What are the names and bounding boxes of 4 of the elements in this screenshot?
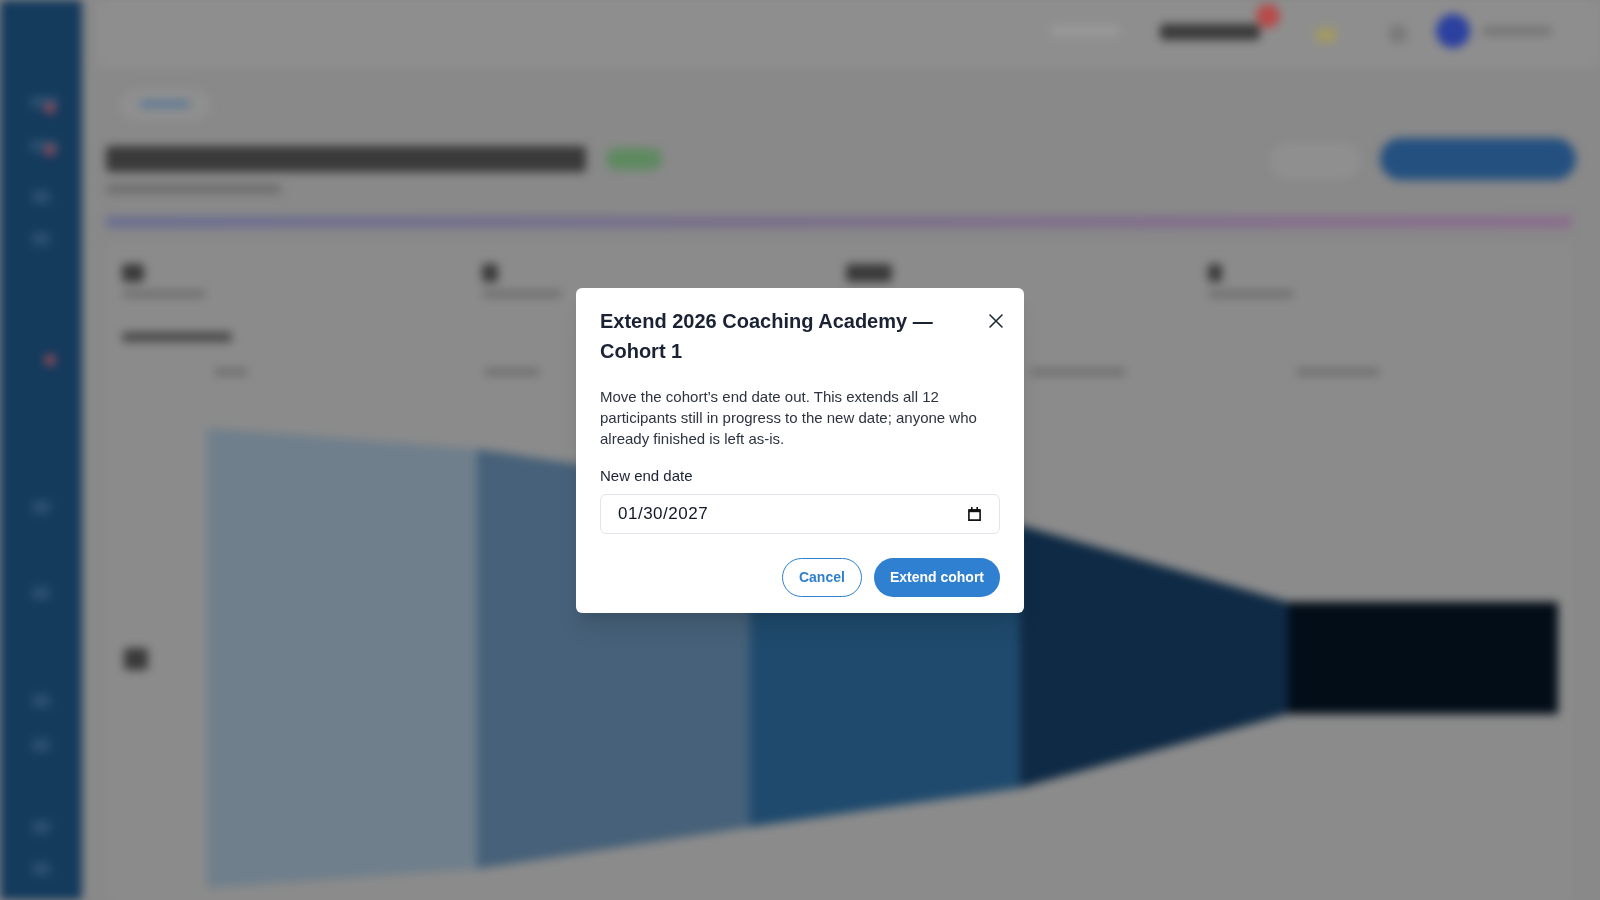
dialog-description: Move the cohort’s end date out. This extends all 12 participants still in progress to the new date; anyone who already finished is left as-is. bbox=[600, 386, 978, 449]
field-label: New end date bbox=[600, 465, 693, 486]
close-icon bbox=[989, 313, 1003, 328]
dialog-title: Extend 2026 Coaching Academy — Cohort 1 bbox=[600, 308, 934, 364]
